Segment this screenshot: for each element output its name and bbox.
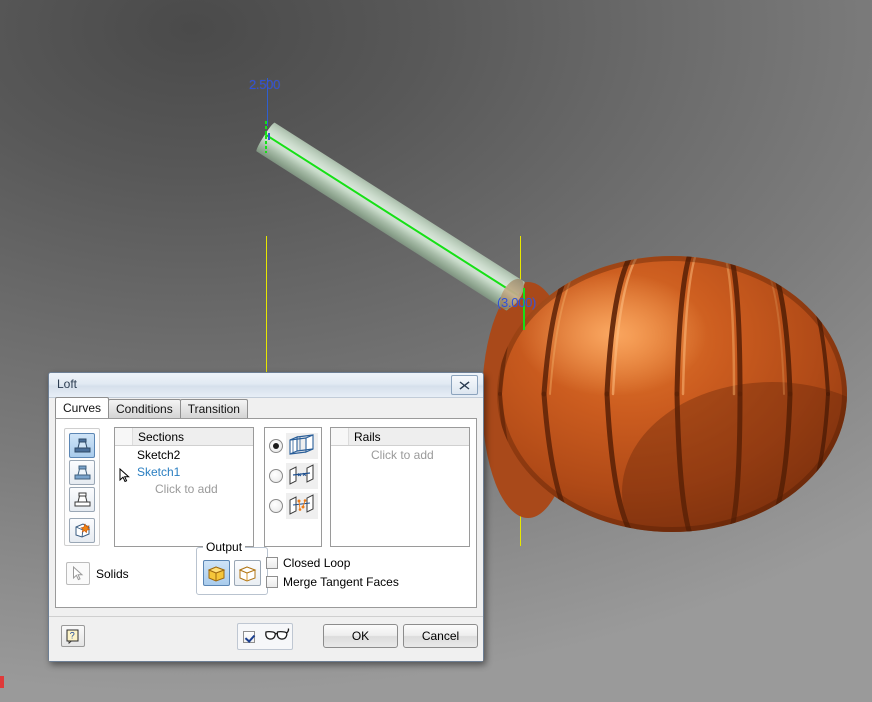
rails-header-gutter [331, 428, 349, 445]
radio-centerline-mark[interactable] [269, 469, 283, 483]
close-icon[interactable] [451, 375, 478, 395]
sections-add-hint: Click to add [155, 481, 218, 496]
sections-item-label: Sketch1 [137, 464, 181, 479]
curves-tab-panel: Sections Sketch2 Sketch1 Click to add Ra… [55, 418, 477, 608]
rails-list[interactable]: Rails Click to add [330, 427, 470, 547]
surface-cube-icon [238, 565, 257, 582]
loft-mode-1-button[interactable] [69, 433, 95, 458]
radio-rails-mark[interactable] [269, 439, 283, 453]
rails-header-label: Rails [354, 429, 381, 444]
close-glyph [459, 380, 470, 390]
sections-header: Sections [115, 428, 253, 446]
dialog-titlebar[interactable]: Loft [49, 373, 483, 398]
dimension-label-right[interactable]: (3.000) [497, 295, 536, 310]
radio-rails-mode[interactable] [265, 431, 321, 461]
sections-list[interactable]: Sections Sketch2 Sketch1 Click to add [114, 427, 254, 547]
help-question-icon: ? [66, 629, 78, 644]
closed-loop-label: Closed Loop [283, 556, 351, 570]
loft-type-radio-group [264, 427, 322, 547]
cancel-button[interactable]: Cancel [403, 624, 478, 648]
tab-curves[interactable]: Curves [55, 397, 110, 418]
cad-application-window: 2.500 (3.000) Loft Curves Conditions Tra… [0, 0, 872, 702]
svg-text:?: ? [69, 630, 74, 640]
tab-transition-label: Transition [187, 402, 240, 416]
select-arrow-icon [73, 566, 84, 581]
edge-marker [0, 676, 4, 688]
solids-label: Solids [96, 567, 129, 581]
solids-select-button[interactable] [66, 562, 90, 585]
solid-cube-icon [207, 565, 226, 582]
help-button[interactable]: ? [61, 625, 85, 647]
preview-checkbox-box[interactable] [243, 630, 255, 643]
sections-header-gutter [115, 428, 133, 445]
sections-add-row[interactable]: Click to add [115, 480, 253, 497]
tab-transition[interactable]: Transition [179, 399, 248, 418]
dialog-footer: ? OK Cancel [49, 616, 483, 661]
sketch2-profile-edge [265, 121, 267, 153]
merge-tangent-checkbox-box[interactable] [266, 576, 278, 588]
merge-tangent-label: Merge Tangent Faces [283, 575, 399, 589]
area-loft-icon [286, 493, 318, 519]
output-solid-button[interactable] [203, 560, 230, 586]
tab-conditions[interactable]: Conditions [108, 399, 181, 418]
loft-new-solid-icon [75, 523, 90, 538]
rails-add-row[interactable]: Click to add [331, 446, 469, 463]
dimension-label-top[interactable]: 2.500 [249, 77, 280, 92]
loft-mode-3-button[interactable] [69, 487, 95, 512]
sections-item-sketch1[interactable]: Sketch1 [115, 463, 253, 480]
sections-item-label: Sketch2 [137, 447, 181, 462]
closed-loop-checkbox-box[interactable] [266, 557, 278, 569]
closed-loop-checkbox[interactable]: Closed Loop [266, 556, 350, 570]
output-legend: Output [203, 540, 246, 554]
preview-toggle[interactable] [237, 623, 293, 650]
sketch2-marker [268, 133, 270, 140]
rails-loft-icon [286, 433, 318, 459]
loft-mode-4-button[interactable] [69, 518, 95, 543]
tab-curves-label: Curves [63, 401, 102, 415]
output-group: Output [196, 540, 268, 595]
output-surface-button[interactable] [234, 560, 261, 586]
radio-centerline-mode[interactable] [265, 461, 321, 491]
loft-mode-2-button[interactable] [69, 460, 95, 485]
loft-stack-outline-icon [74, 492, 90, 507]
radio-area-loft-mark[interactable] [269, 499, 283, 513]
rails-add-hint: Click to add [371, 447, 434, 462]
loft-dialog: Loft Curves Conditions Transition Sectio… [48, 372, 484, 662]
lofted-stem[interactable] [254, 121, 529, 314]
ok-button[interactable]: OK [323, 624, 398, 648]
radio-area-loft-mode[interactable] [265, 491, 321, 521]
stem-highlight-edge [264, 133, 519, 297]
glasses-icon [264, 627, 292, 646]
loft-stack-icon [74, 465, 90, 480]
loft-stack-filled-icon [74, 438, 90, 453]
sections-item-sketch2[interactable]: Sketch2 [115, 446, 253, 463]
tab-conditions-label: Conditions [116, 402, 173, 416]
dialog-title: Loft [57, 377, 78, 391]
merge-tangent-faces-checkbox[interactable]: Merge Tangent Faces [266, 575, 399, 589]
dialog-tabs: Curves Conditions Transition [55, 397, 248, 418]
rails-header: Rails [331, 428, 469, 446]
sections-header-label: Sections [138, 429, 185, 444]
loft-mode-toolbar [64, 428, 100, 546]
centerline-loft-icon [286, 463, 318, 489]
